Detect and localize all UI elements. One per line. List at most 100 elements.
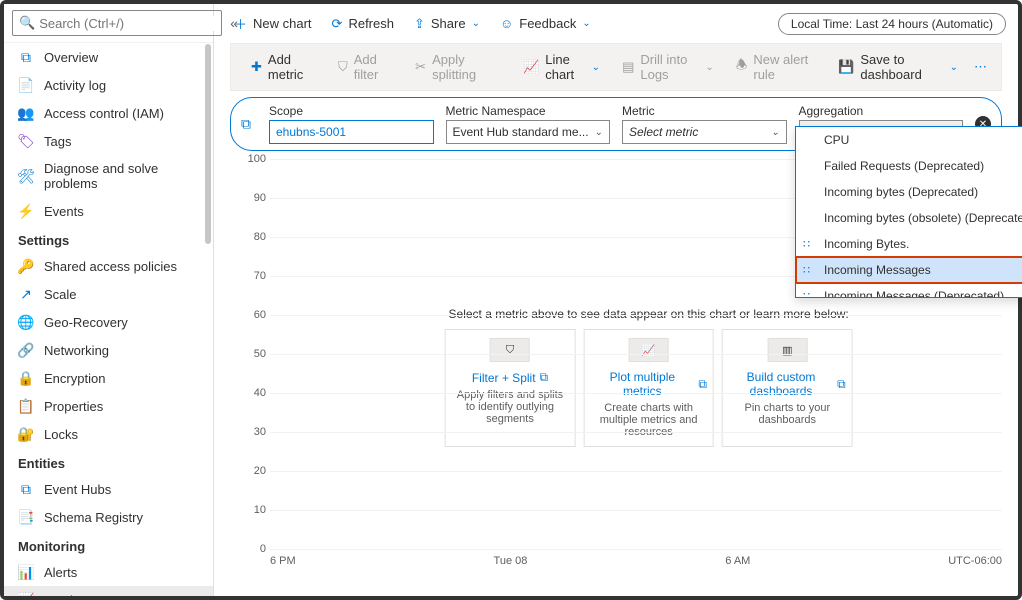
help-card-plot-multiple[interactable]: 📈 Plot multiple metrics ⧉ Create charts … — [583, 329, 714, 447]
plot-thumb-icon: 📈 — [629, 338, 669, 362]
tbtn-label: Add metric — [268, 52, 316, 82]
chart-type-button[interactable]: 📈 Line chart ⌄ — [515, 48, 608, 86]
sidebar-item-scale[interactable]: ↗ Scale — [4, 280, 213, 308]
sidebar-item-label: Access control (IAM) — [44, 106, 164, 121]
metric-option-label: Incoming bytes (obsolete) (Deprecated) — [824, 211, 1022, 225]
metric-option[interactable]: Failed Requests (Deprecated) — [796, 153, 1022, 179]
sidebar-item-metrics[interactable]: 📈 Metrics — [4, 586, 213, 596]
sidebar-item-properties[interactable]: 📋 Properties — [4, 392, 213, 420]
sidebar-item-alerts[interactable]: 📊 Alerts — [4, 558, 213, 586]
metric-option[interactable]: CPU — [796, 127, 1022, 153]
cmd-label: New chart — [253, 16, 312, 31]
sidebar-item-label: Alerts — [44, 565, 77, 580]
metric-dropdown[interactable]: CPU Failed Requests (Deprecated) Incoming … — [795, 126, 1022, 298]
y-tick-label: 70 — [230, 270, 266, 282]
metric-option[interactable]: Incoming bytes (Deprecated) — [796, 179, 1022, 205]
help-desc: Apply filters and splits to identify out… — [452, 389, 569, 425]
metric-value: Select metric — [629, 125, 698, 139]
y-tick-label: 10 — [230, 504, 266, 516]
add-metric-button[interactable]: ✚ Add metric — [243, 48, 324, 86]
cmd-label: Feedback — [519, 16, 576, 31]
feedback-button[interactable]: ☺ Feedback ⌄ — [492, 12, 599, 35]
sidebar-item-shared-access[interactable]: 🔑 Shared access policies — [4, 252, 213, 280]
gridline — [270, 315, 1002, 316]
sidebar-item-tags[interactable]: 🏷 Tags — [4, 127, 213, 155]
help-link[interactable]: Filter + Split ⧉ — [472, 370, 548, 385]
metric-option-label: Incoming Messages (Deprecated) — [824, 289, 1004, 298]
sidebar-item-networking[interactable]: 🔗 Networking — [4, 336, 213, 364]
y-tick-label: 50 — [230, 348, 266, 360]
search-input[interactable] — [39, 16, 215, 31]
key-icon: 🔑 — [18, 258, 34, 274]
share-button[interactable]: ⇪ Share ⌄ — [406, 12, 488, 36]
y-tick-label: 90 — [230, 192, 266, 204]
sidebar-item-event-hubs[interactable]: ⧉ Event Hubs — [4, 475, 213, 503]
add-filter-button[interactable]: ⛉ Add filter — [330, 48, 401, 86]
gridline — [270, 549, 1002, 550]
sidebar-item-access-control[interactable]: 👥 Access control (IAM) — [4, 99, 213, 127]
sidebar-item-events[interactable]: ⚡ Events — [4, 197, 213, 225]
refresh-button[interactable]: ⟳ Refresh — [324, 12, 402, 36]
drill-logs-button[interactable]: ▤ Drill into Logs ⌄ — [614, 48, 722, 86]
sidebar-item-activity-log[interactable]: 📄 Activity log — [4, 71, 213, 99]
sidebar-item-label: Scale — [44, 287, 77, 302]
chevron-down-icon: ⌄ — [582, 18, 590, 29]
search-box[interactable]: 🔍 — [12, 10, 222, 36]
namespace-selector[interactable]: Event Hub standard me... ⌄ — [446, 120, 611, 144]
apply-splitting-button[interactable]: ✂ Apply splitting — [407, 48, 503, 86]
sidebar-item-label: Shared access policies — [44, 259, 177, 274]
sidebar-item-label: Tags — [44, 134, 71, 149]
metric-option[interactable]: ∷Incoming Bytes. — [796, 231, 1022, 257]
tbtn-label: Line chart — [545, 52, 585, 82]
sidebar-item-encryption[interactable]: 🔒 Encryption — [4, 364, 213, 392]
sidebar-item-locks[interactable]: 🔐 Locks — [4, 420, 213, 448]
x-tick: 6 AM — [725, 555, 750, 567]
metric-option-icon: ∷ — [803, 264, 810, 277]
sidebar-item-schema-registry[interactable]: 📑 Schema Registry — [4, 503, 213, 531]
chevron-down-icon: ⌄ — [472, 18, 480, 29]
metric-option[interactable]: Incoming bytes (obsolete) (Deprecated) — [796, 205, 1022, 231]
metric-option[interactable]: ∷Incoming Messages (Deprecated) — [796, 283, 1022, 298]
metric-option[interactable]: ∷Incoming Messages — [796, 257, 1022, 283]
scale-icon: ↗ — [18, 286, 34, 302]
help-card-filter-split[interactable]: ⛉ Filter + Split ⧉ Apply filters and spl… — [445, 329, 576, 447]
metric-option-label: Incoming Bytes. — [824, 237, 909, 251]
sidebar-item-label: Encryption — [44, 371, 105, 386]
scope-selector[interactable]: ehubns-5001 — [269, 120, 434, 144]
properties-icon: 📋 — [18, 398, 34, 414]
time-label: Local Time: Last 24 hours (Automatic) — [791, 17, 993, 31]
schema-icon: 📑 — [18, 509, 34, 525]
external-icon: ⧉ — [698, 377, 707, 392]
metric-option-label: Failed Requests (Deprecated) — [824, 159, 984, 173]
tbtn-label: Add filter — [354, 52, 393, 82]
y-tick-label: 100 — [230, 153, 266, 165]
new-alert-button[interactable]: 🕭 New alert rule — [728, 48, 824, 86]
scrollbar-thumb[interactable] — [205, 44, 211, 244]
chevron-down-icon: ⌄ — [771, 127, 779, 138]
time-range-button[interactable]: Local Time: Last 24 hours (Automatic) — [778, 13, 1006, 35]
x-axis: 6 PM Tue 08 6 AM UTC-06:00 — [270, 555, 1002, 567]
x-tick: UTC-06:00 — [948, 555, 1002, 567]
sidebar-item-geo-recovery[interactable]: 🌐 Geo-Recovery — [4, 308, 213, 336]
sidebar-item-diagnose[interactable]: 🛠 Diagnose and solve problems — [4, 155, 213, 197]
metric-selector[interactable]: Select metric ⌄ — [622, 120, 787, 144]
events-icon: ⚡ — [18, 203, 34, 219]
new-chart-button[interactable]: ＋ New chart — [226, 10, 320, 37]
sidebar-item-overview[interactable]: ⧉ Overview — [4, 43, 213, 71]
diagnose-icon: 🛠 — [18, 168, 34, 184]
sidebar-item-label: Schema Registry — [44, 510, 143, 525]
tags-icon: 🏷 — [18, 133, 34, 149]
x-tick: 6 PM — [270, 555, 296, 567]
topbar: ＋ New chart ⟳ Refresh ⇪ Share ⌄ ☺ Feedba… — [214, 4, 1018, 43]
scope-value: ehubns-5001 — [276, 125, 346, 139]
help-card-dashboards[interactable]: ▥ Build custom dashboards ⧉ Pin charts t… — [722, 329, 853, 447]
save-dashboard-button[interactable]: 💾 Save to dashboard ⌄ — [830, 48, 966, 86]
sidebar-scrollbar[interactable] — [203, 44, 213, 444]
help-panel: Select a metric above to see data appear… — [445, 307, 853, 447]
gridline — [270, 471, 1002, 472]
nav-group-entities: Entities — [4, 448, 213, 475]
help-title: Select a metric above to see data appear… — [445, 307, 853, 321]
namespace-label: Metric Namespace — [446, 104, 611, 118]
more-button[interactable]: ⋯ — [972, 55, 989, 79]
scope-label: Scope — [269, 104, 434, 118]
